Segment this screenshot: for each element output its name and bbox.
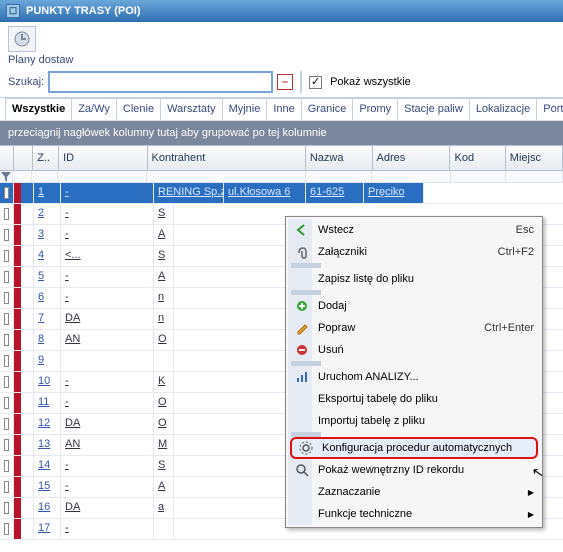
chart-icon	[294, 369, 310, 385]
plany-dostaw-label: Plany dostaw	[8, 54, 73, 66]
row-checkbox[interactable]	[4, 250, 9, 262]
col-adres[interactable]: Adres	[373, 145, 451, 170]
tab-warsztaty[interactable]: Warsztaty	[160, 98, 223, 120]
col-kontrahent[interactable]: Kontrahent	[148, 145, 306, 170]
menu-item[interactable]: PoprawCtrl+Enter	[288, 317, 540, 339]
blank-icon	[294, 271, 310, 287]
app-icon: ☐	[6, 4, 20, 18]
row-checkbox[interactable]	[4, 523, 9, 535]
filter-icon[interactable]	[0, 171, 13, 183]
row-checkbox[interactable]	[4, 439, 9, 451]
menu-item[interactable]: Zaznaczanie	[288, 481, 540, 503]
minus-icon	[294, 342, 310, 358]
col-kod[interactable]: Kod	[450, 145, 505, 170]
blank-icon	[294, 391, 310, 407]
menu-item[interactable]: Uruchom ANALIZY...	[288, 366, 540, 388]
search-row: Szukaj: – ✓ Pokaż wszystkie	[0, 68, 563, 97]
row-checkbox[interactable]	[4, 397, 9, 409]
attach-icon	[294, 244, 310, 260]
filter-row	[0, 171, 563, 183]
row-checkbox[interactable]	[4, 208, 9, 220]
blank-icon	[294, 484, 310, 500]
col-mark[interactable]	[14, 145, 33, 170]
context-menu: WsteczEscZałącznikiCtrl+F2 Zapisz listę d…	[285, 216, 543, 528]
search-label: Szukaj:	[8, 76, 44, 88]
group-by-hint[interactable]: przeciągnij nagłówek kolumny tutaj aby g…	[0, 121, 563, 145]
titlebar: ☐ PUNKTY TRASY (POI)	[0, 0, 563, 22]
menu-item[interactable]: Konfiguracja procedur automatycznych	[290, 437, 538, 459]
menu-item[interactable]: Zapisz listę do pliku	[288, 268, 540, 290]
col-miejsc[interactable]: Miejsc	[506, 145, 563, 170]
show-all-label: Pokaż wszystkie	[330, 76, 411, 88]
tab-port[interactable]: Port	[536, 98, 563, 120]
menu-item[interactable]: WsteczEsc	[288, 219, 540, 241]
window-title: PUNKTY TRASY (POI)	[26, 5, 141, 17]
row-checkbox[interactable]	[4, 271, 9, 283]
table-row[interactable]: 1-RENING Sp.z ...ul.Kłosowa 661-625Pręci…	[0, 183, 563, 204]
tab-granice[interactable]: Granice	[301, 98, 354, 120]
tab-lokalizacje[interactable]: Lokalizacje	[469, 98, 537, 120]
row-checkbox[interactable]	[4, 355, 9, 367]
show-all-checkbox[interactable]: ✓	[309, 76, 322, 89]
menu-item[interactable]: Importuj tabelę z pliku	[288, 410, 540, 432]
menu-item[interactable]: Funkcje techniczne	[288, 503, 540, 525]
row-checkbox[interactable]	[4, 313, 9, 325]
row-checkbox[interactable]	[4, 334, 9, 346]
row-checkbox[interactable]	[4, 376, 9, 388]
blank-icon	[294, 413, 310, 429]
tab-wszystkie[interactable]: Wszystkie	[5, 98, 72, 120]
zoom-icon	[294, 462, 310, 478]
search-input[interactable]	[48, 71, 273, 93]
grid-header: Z.. ID Kontrahent Nazwa Adres Kod Miejsc	[0, 145, 563, 171]
row-checkbox[interactable]	[4, 187, 9, 199]
tab-clenie[interactable]: Clenie	[116, 98, 161, 120]
edit-icon	[294, 320, 310, 336]
menu-item[interactable]: Usuń	[288, 339, 540, 361]
blank-icon	[294, 506, 310, 522]
col-z[interactable]: Z..	[33, 145, 59, 170]
col-nazwa[interactable]: Nazwa	[306, 145, 373, 170]
plus-icon	[294, 298, 310, 314]
tab-zawy[interactable]: Za/Wy	[71, 98, 117, 120]
gear-icon	[298, 440, 314, 456]
tab-promy[interactable]: Promy	[352, 98, 398, 120]
tab-inne[interactable]: Inne	[266, 98, 301, 120]
col-select[interactable]	[0, 145, 14, 170]
menu-item[interactable]: Eksportuj tabelę do pliku	[288, 388, 540, 410]
row-checkbox[interactable]	[4, 481, 9, 493]
row-checkbox[interactable]	[4, 502, 9, 514]
row-checkbox[interactable]	[4, 418, 9, 430]
clear-search-button[interactable]: –	[277, 74, 293, 90]
menu-item[interactable]: Dodaj	[288, 295, 540, 317]
plany-dostaw-button[interactable]	[8, 26, 36, 52]
separator	[300, 71, 302, 93]
tab-myjnie[interactable]: Myjnie	[222, 98, 268, 120]
row-checkbox[interactable]	[4, 229, 9, 241]
col-id[interactable]: ID	[59, 145, 147, 170]
menu-item[interactable]: ZałącznikiCtrl+F2	[288, 241, 540, 263]
back-icon	[294, 222, 310, 238]
row-checkbox[interactable]	[4, 292, 9, 304]
menu-item[interactable]: Pokaż wewnętrzny ID rekordu	[288, 459, 540, 481]
category-tabs: Wszystkie Za/Wy Clenie Warsztaty Myjnie …	[0, 97, 563, 121]
row-checkbox[interactable]	[4, 460, 9, 472]
toolbar-section: Plany dostaw	[0, 22, 563, 68]
tab-stacje[interactable]: Stacje paliw	[397, 98, 470, 120]
